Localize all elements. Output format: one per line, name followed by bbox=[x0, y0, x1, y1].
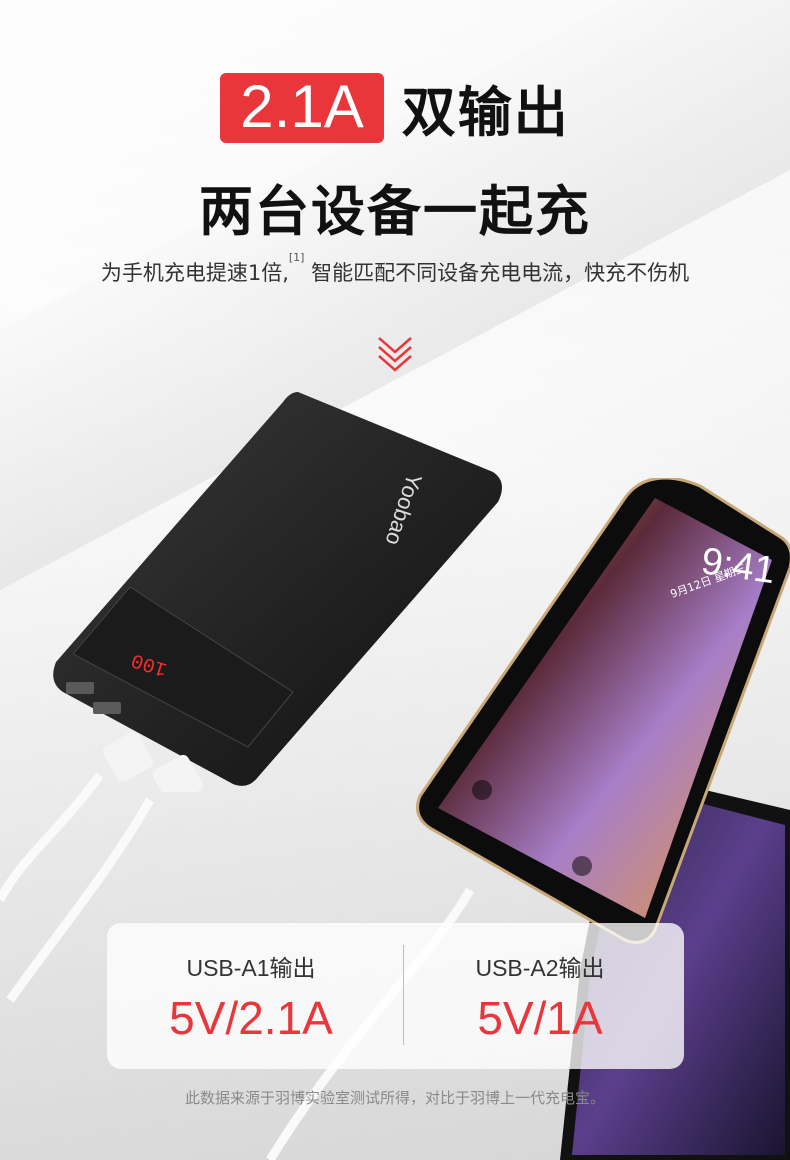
subtitle-text-after: 智能匹配不同设备充电电流，快充不伤机 bbox=[304, 261, 690, 285]
footnote-reference: [1] bbox=[288, 251, 305, 264]
footnote: 此数据来源于羽博实验室测试所得，对比于羽博上一代充电宝。 bbox=[184, 1089, 605, 1107]
output-spec-panel: USB-A1输出 5V/2.1A USB-A2输出 5V/1A bbox=[107, 923, 684, 1069]
chevron-down-icon bbox=[378, 337, 412, 372]
current-badge: 2.1A bbox=[220, 72, 384, 143]
subtitle: 为手机充电提速1倍,[1] 智能匹配不同设备充电电流，快充不伤机 bbox=[0, 251, 790, 287]
headline: 2.1A 双输出 两台设备一起充 bbox=[0, 68, 790, 246]
smartphone: 9:41 9月12日 星期三 bbox=[416, 478, 790, 944]
output-port-value: 5V/1A bbox=[477, 992, 603, 1044]
headline-title-line2: 两台设备一起充 bbox=[199, 180, 591, 243]
output-port-value: 5V/2.1A bbox=[169, 992, 333, 1044]
output-port-label: USB-A2输出 bbox=[475, 955, 605, 981]
output-spec-a1: USB-A1输出 5V/2.1A bbox=[107, 949, 395, 1045]
subtitle-text-before: 为手机充电提速1倍, bbox=[100, 261, 289, 285]
camera-icon bbox=[572, 856, 592, 876]
flashlight-icon bbox=[472, 780, 492, 800]
output-port-label: USB-A1输出 bbox=[186, 955, 316, 981]
headline-title-line1: 双输出 bbox=[401, 81, 570, 144]
output-spec-a2: USB-A2输出 5V/1A bbox=[396, 949, 684, 1045]
